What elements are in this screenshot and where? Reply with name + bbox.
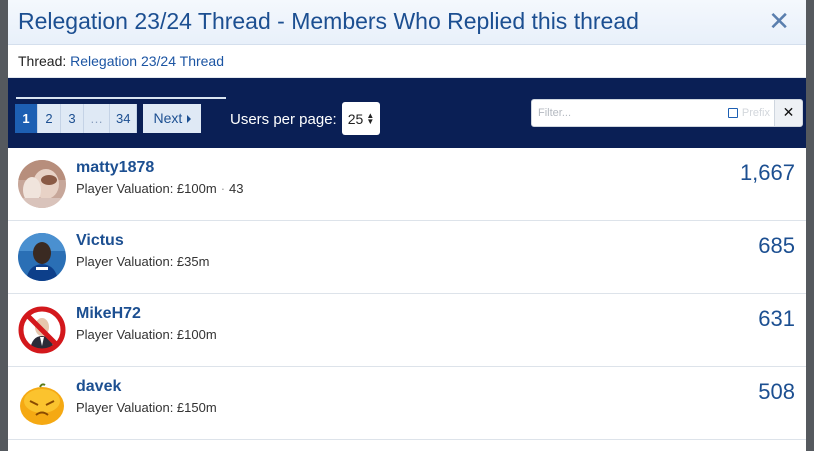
users-per-page-value: 25 — [347, 110, 364, 127]
photo-avatar-icon — [18, 160, 66, 208]
member-row: matty1878 Player Valuation: £100m · 43 1,6… — [8, 148, 806, 221]
dialog-title-bar: Relegation 23/24 Thread - Members Who Re… — [8, 0, 806, 45]
member-username[interactable]: matty1878 — [76, 159, 154, 177]
avatar[interactable] — [18, 233, 66, 281]
member-valuation: Player Valuation: £150m — [76, 400, 217, 415]
member-valuation: Player Valuation: £100m · 43 — [76, 181, 244, 196]
pagination-bar: 1 2 3 … 34 Next Users per page: 25 ▲▼ Pr… — [8, 78, 806, 148]
clear-filter-button[interactable]: ✕ — [774, 99, 803, 127]
reply-count: 685 — [758, 233, 795, 258]
valuation-text: Player Valuation: £35m — [76, 254, 210, 269]
users-per-page-label: Users per page: — [230, 111, 337, 128]
member-username[interactable]: Victus — [76, 232, 124, 250]
filter-input[interactable] — [532, 100, 714, 126]
select-arrows-icon: ▲ ▼ — [366, 110, 375, 126]
member-row: davek Player Valuation: £150m 508 — [8, 367, 806, 440]
valuation-text: Player Valuation: £100m — [76, 327, 217, 342]
page-link-1[interactable]: 1 — [15, 104, 38, 133]
member-row: MikeH72 Player Valuation: £100m 631 — [8, 294, 806, 367]
prefix-toggle[interactable]: Prefix — [727, 100, 770, 126]
page-link-3[interactable]: 3 — [61, 104, 84, 133]
member-row: Victus Player Valuation: £35m 685 — [8, 221, 806, 294]
prefix-label: Prefix — [741, 107, 770, 119]
page-link-34[interactable]: 34 — [110, 104, 138, 133]
no-sign-avatar-icon — [18, 306, 66, 354]
reply-count: 508 — [758, 379, 795, 404]
thread-reference: Thread: Relegation 23/24 Thread — [8, 45, 806, 78]
nav-divider — [16, 97, 226, 99]
thread-link[interactable]: Relegation 23/24 Thread — [70, 53, 224, 69]
close-icon[interactable]: ✕ — [768, 7, 790, 37]
dialog-title: Relegation 23/24 Thread - Members Who Re… — [18, 8, 639, 34]
next-label: Next — [153, 110, 183, 126]
member-extra: 43 — [229, 181, 244, 196]
valuation-text: Player Valuation: £150m — [76, 400, 217, 415]
reply-count: 631 — [758, 306, 795, 331]
next-page-button[interactable]: Next — [143, 104, 202, 133]
member-username[interactable]: MikeH72 — [76, 305, 141, 323]
angry-orange-avatar-icon — [18, 379, 66, 427]
users-per-page-select[interactable]: 25 ▲ ▼ — [342, 102, 380, 135]
reply-count: 1,667 — [739, 160, 795, 185]
thread-label: Thread: — [18, 53, 67, 69]
members-replied-dialog: Relegation 23/24 Thread - Members Who Re… — [8, 0, 806, 451]
page-nav: 1 2 3 … 34 Next — [15, 104, 202, 133]
member-list: matty1878 Player Valuation: £100m · 43 1,6… — [8, 148, 806, 440]
avatar[interactable] — [18, 160, 66, 208]
checkbox-icon[interactable] — [727, 108, 738, 118]
page-jump-ellipsis[interactable]: … — [84, 104, 110, 133]
valuation-text: Player Valuation: £100m — [76, 181, 217, 196]
caret-right-icon — [187, 114, 192, 123]
member-username[interactable]: davek — [76, 378, 121, 396]
member-valuation: Player Valuation: £100m — [76, 327, 217, 342]
filter-container: Prefix — [531, 99, 775, 127]
player-avatar-icon — [18, 233, 66, 281]
page-link-2[interactable]: 2 — [38, 104, 61, 133]
member-valuation: Player Valuation: £35m — [76, 254, 209, 269]
avatar[interactable] — [18, 379, 66, 427]
avatar[interactable] — [18, 306, 66, 354]
separator-dot: · — [220, 181, 226, 196]
